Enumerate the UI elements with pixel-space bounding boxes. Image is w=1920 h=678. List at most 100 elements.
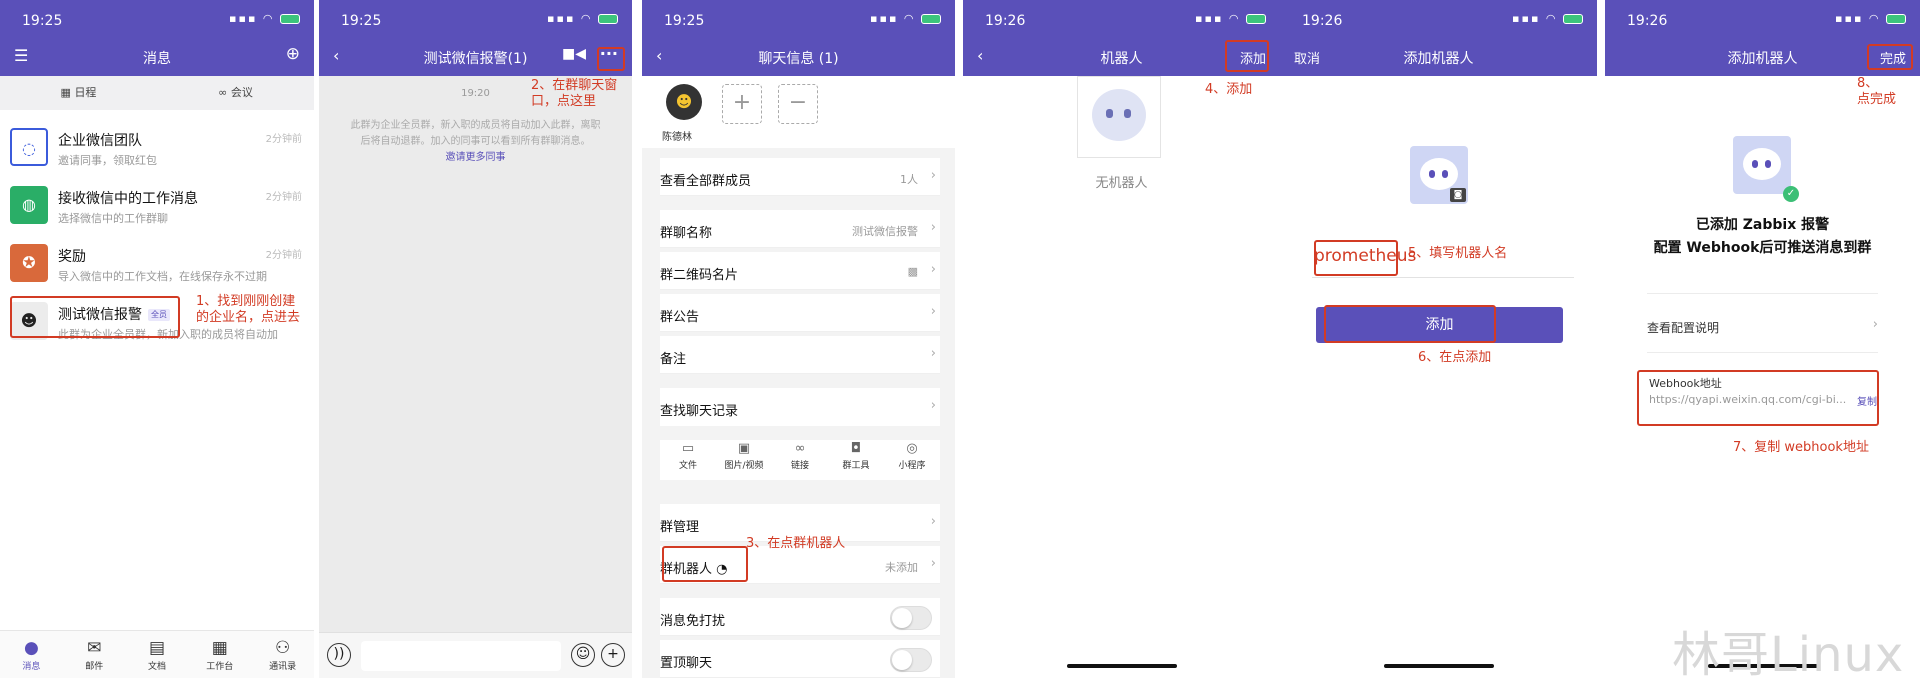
video-camera-icon[interactable]: ■◀ bbox=[562, 46, 586, 62]
tab-docs[interactable]: ▤ 文档 bbox=[126, 631, 189, 678]
calendar-shortcut[interactable]: ▦ 日程 bbox=[0, 76, 157, 110]
add-member-button[interactable]: + bbox=[722, 84, 762, 124]
battery-icon bbox=[1886, 14, 1906, 24]
message-input[interactable] bbox=[361, 641, 561, 671]
row-do-not-disturb: 消息免打扰 bbox=[660, 598, 940, 636]
wechat-icon: ◍ bbox=[10, 186, 48, 224]
shortcut-bar: ▦ 日程 ∞ 会议 bbox=[0, 76, 314, 110]
highlight-box bbox=[597, 47, 625, 71]
status-time: 19:25 bbox=[22, 13, 63, 29]
added-subtitle: 配置 Webhook后可推送消息到群 bbox=[1653, 240, 1872, 256]
member-avatar[interactable]: ☻ bbox=[666, 84, 702, 120]
toolbox-icon: ◘ bbox=[850, 441, 862, 456]
added-title: 已添加 Zabbix 报警 bbox=[1695, 217, 1830, 233]
conversation-item[interactable]: ◍ 接收微信中的工作消息 选择微信中的工作群聊 2分钟前 bbox=[0, 176, 314, 234]
conversation-name: 奖励 bbox=[58, 249, 86, 265]
chevron-right-icon: › bbox=[930, 262, 936, 277]
battery-icon bbox=[921, 14, 941, 24]
tab-mail[interactable]: ✉ 邮件 bbox=[63, 631, 126, 678]
messages-screen: 19:25 ▪▪▪ ◠ ☰ 消息 ⊕ ▦ 日程 ∞ 会议 ◌ 企业微信团队 邀请… bbox=[0, 0, 314, 678]
row-search-history[interactable]: 查找聊天记录 › bbox=[660, 388, 940, 426]
robot-placeholder bbox=[1077, 76, 1161, 158]
nav-header: 19:25 ▪▪▪ ◠ ‹ 聊天信息 (1) bbox=[642, 0, 955, 76]
step-note-2: 2、在群聊天窗 口，点这里 bbox=[531, 78, 618, 109]
step-note-7: 7、复制 webhook地址 bbox=[1733, 440, 1869, 455]
home-indicator bbox=[1383, 664, 1494, 668]
row-announcement[interactable]: 群公告 › bbox=[660, 294, 940, 332]
conversation-time: 2分钟前 bbox=[265, 192, 302, 203]
document-icon: ▤ bbox=[148, 638, 166, 658]
tab-contacts[interactable]: ⚇ 通讯录 bbox=[251, 631, 314, 678]
highlight-box bbox=[1314, 240, 1398, 276]
status-icons: ▪▪▪ ◠ bbox=[1835, 12, 1906, 25]
step-note-1: 1、找到刚刚创建 的企业名，点进去 bbox=[196, 294, 301, 325]
chevron-right-icon: › bbox=[1872, 317, 1878, 332]
tool-images[interactable]: ▣ 图片/视频 bbox=[716, 440, 772, 480]
status-time: 19:25 bbox=[664, 13, 705, 29]
invite-link[interactable]: 邀请更多同事 bbox=[319, 148, 632, 163]
plus-icon[interactable]: + bbox=[601, 643, 625, 667]
conversation-preview: 邀请同事，领取红包 bbox=[58, 154, 157, 167]
dnd-toggle[interactable] bbox=[890, 606, 932, 630]
robot-avatar[interactable]: ◙ bbox=[1410, 146, 1468, 204]
conversation-item[interactable]: ✪ 奖励 导入微信中的工作文档，在线保存永不过期 2分钟前 bbox=[0, 234, 314, 292]
step-note-3: 3、在点群机器人 bbox=[746, 536, 846, 551]
row-pin-chat: 置顶聊天 bbox=[660, 640, 940, 678]
watermark: 林哥Linux bbox=[1672, 627, 1905, 678]
pin-toggle[interactable] bbox=[890, 648, 932, 672]
step-note-4: 4、添加 bbox=[1205, 82, 1253, 97]
tool-group-tools[interactable]: ◘ 群工具 bbox=[828, 440, 884, 480]
emoji-icon[interactable]: ☺ bbox=[571, 643, 595, 667]
row-remark[interactable]: 备注 › bbox=[660, 336, 940, 374]
divider bbox=[1647, 293, 1878, 294]
config-guide-row[interactable]: 查看配置说明 › bbox=[1647, 315, 1878, 339]
chevron-right-icon: › bbox=[930, 168, 936, 183]
robot-avatar bbox=[1733, 136, 1791, 194]
conversation-item[interactable]: ◌ 企业微信团队 邀请同事，领取红包 2分钟前 bbox=[0, 118, 314, 176]
voice-icon[interactable]: )) bbox=[327, 643, 351, 667]
chevron-right-icon: › bbox=[930, 398, 936, 413]
row-group-name[interactable]: 群聊名称 测试微信报警 › bbox=[660, 210, 940, 248]
tab-messages[interactable]: ● 消息 bbox=[0, 631, 63, 678]
tool-files[interactable]: ▭ 文件 bbox=[660, 440, 716, 480]
folder-icon: ▭ bbox=[681, 441, 695, 456]
page-title: 消息 bbox=[143, 51, 171, 67]
step-note-8: 8、 点完成 bbox=[1857, 76, 1897, 107]
camera-icon[interactable]: ◙ bbox=[1450, 188, 1466, 202]
status-time: 19:26 bbox=[1627, 13, 1668, 29]
battery-icon bbox=[1563, 14, 1583, 24]
chat-input-bar: )) ☺ + bbox=[319, 632, 632, 678]
remove-member-button[interactable]: − bbox=[778, 84, 818, 124]
battery-icon bbox=[1246, 14, 1266, 24]
conversation-name: 接收微信中的工作消息 bbox=[58, 191, 198, 207]
conversation-time: 2分钟前 bbox=[265, 134, 302, 145]
miniprogram-icon: ◎ bbox=[906, 441, 918, 456]
robot-added-screen: 19:26 ▪▪▪ ◠ 添加机器人 完成 8、 点完成 ✓ 已添加 Zabbix… bbox=[1605, 0, 1920, 678]
plus-circle-icon[interactable]: ⊕ bbox=[286, 44, 300, 64]
member-name: 陈德林 bbox=[662, 132, 692, 143]
wecom-team-icon: ◌ bbox=[10, 128, 48, 166]
robot-list-screen: 19:26 ▪▪▪ ◠ ‹ 机器人 添加 无机器人 4、添加 bbox=[963, 0, 1280, 678]
highlight-box bbox=[1637, 370, 1879, 426]
tab-workbench[interactable]: ▦ 工作台 bbox=[188, 631, 251, 678]
add-robot-screen: 19:26 ▪▪▪ ◠ 取消 添加机器人 ◙ prometheus 5、填写机器… bbox=[1280, 0, 1597, 678]
step-note-5: 5、填写机器人名 bbox=[1408, 246, 1508, 261]
empty-robot-text: 无机器人 bbox=[1095, 176, 1148, 191]
row-all-members[interactable]: 查看全部群成员 1人 › bbox=[660, 158, 940, 196]
highlight-box bbox=[662, 546, 748, 582]
divider bbox=[1647, 352, 1878, 353]
chat-bubble-icon: ● bbox=[23, 638, 39, 658]
tool-links[interactable]: ∞ 链接 bbox=[772, 440, 828, 480]
step-note-6: 6、在点添加 bbox=[1418, 350, 1492, 365]
meeting-shortcut[interactable]: ∞ 会议 bbox=[157, 76, 314, 110]
calendar-icon: ▦ bbox=[60, 86, 75, 99]
status-icons: ▪▪▪ ◠ bbox=[1195, 12, 1266, 25]
conversation-name: 企业微信团队 bbox=[58, 133, 142, 149]
highlight-box bbox=[10, 296, 180, 338]
bottom-tab-bar: ● 消息 ✉ 邮件 ▤ 文档 ▦ 工作台 ⚇ 通讯录 bbox=[0, 630, 314, 678]
tool-miniprogram[interactable]: ◎ 小程序 bbox=[884, 440, 940, 480]
status-time: 19:25 bbox=[341, 13, 382, 29]
meeting-icon: ∞ bbox=[218, 86, 231, 99]
link-icon: ∞ bbox=[794, 441, 806, 456]
row-qr-card[interactable]: 群二维码名片 ▩ › bbox=[660, 252, 940, 290]
